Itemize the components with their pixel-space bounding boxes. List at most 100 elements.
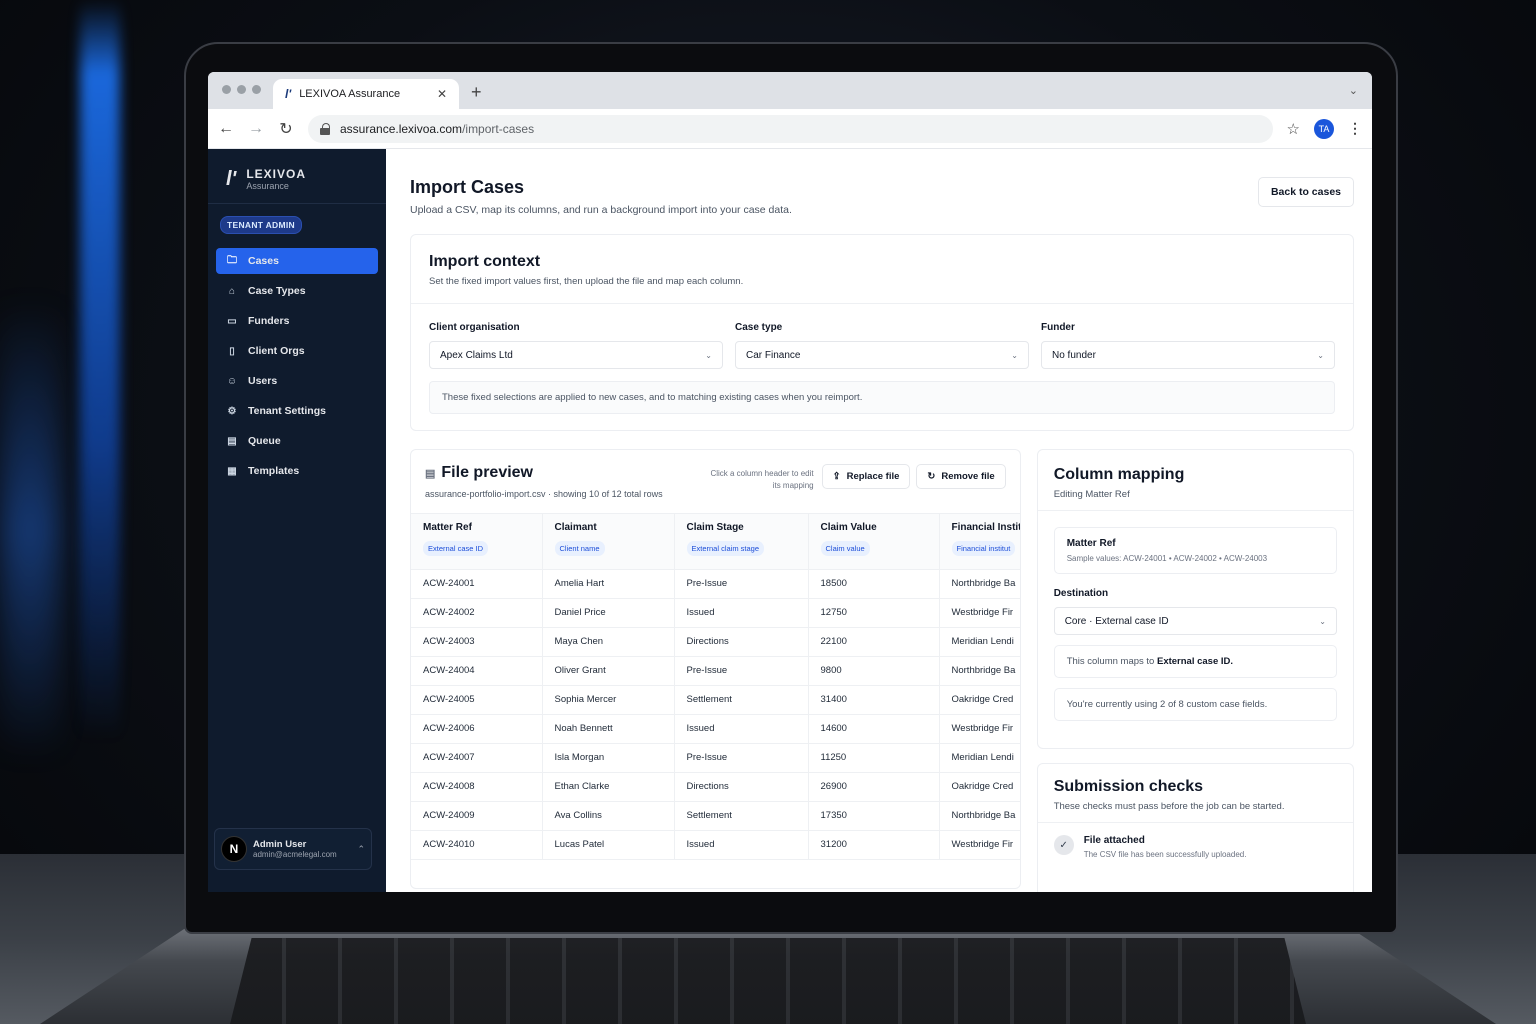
user-menu[interactable]: N Admin User admin@acmelegal.com ⌃ [214, 828, 372, 870]
mapping-tag: External case ID [423, 540, 489, 556]
case-type-select[interactable]: Car Finance ⌄ [735, 341, 1029, 369]
table-cell: Northbridge Ba [939, 801, 1020, 831]
tab-title: LEXIVOA Assurance [299, 88, 401, 100]
back-arrow-icon[interactable]: ← [218, 120, 234, 138]
table-cell: Daniel Price [542, 598, 675, 628]
mapping-tag: Client name [554, 540, 605, 556]
client-organisation-select[interactable]: Apex Claims Ltd ⌄ [429, 341, 723, 369]
fixed-selections-note: These fixed selections are applied to ne… [429, 381, 1335, 414]
custom-fields-usage: You're currently using 2 of 8 custom cas… [1053, 688, 1337, 721]
table-cell: Oakridge Cred [939, 772, 1020, 802]
close-tab-icon[interactable]: ✕ [437, 87, 447, 101]
address-bar[interactable]: assurance.lexivoa.com/import-cases [308, 114, 1273, 143]
forward-arrow-icon[interactable]: → [248, 120, 264, 138]
sidebar-item-funders[interactable]: ▭ Funders [216, 308, 378, 334]
table-cell: Noah Bennett [542, 714, 675, 744]
page-heading: Import Cases Upload a CSV, map its colum… [410, 177, 792, 216]
column-mapping-subtitle: Editing Matter Ref [1053, 489, 1130, 500]
table-cell: Lucas Patel [542, 830, 675, 860]
column-header-claim-value[interactable]: Claim Value Claim value [808, 512, 940, 570]
back-to-cases-button[interactable]: Back to cases [1257, 177, 1354, 207]
file-preview-meta: assurance-portfolio-import.csv · showing… [425, 489, 663, 499]
sidebar-item-users[interactable]: ☺ Users [216, 368, 378, 394]
column-header-matter-ref[interactable]: Matter Ref External case ID [411, 512, 543, 570]
table-cell: Northbridge Ba [939, 656, 1020, 686]
sidebar-item-cases[interactable]: 🗀 Cases [216, 248, 378, 274]
user-name: Admin User [253, 839, 307, 850]
sidebar-item-case-types[interactable]: ⌂ Case Types [216, 278, 378, 304]
brand-name: LEXIVOA [246, 167, 306, 181]
check-title: File attached [1083, 835, 1145, 846]
table-cell: Directions [674, 627, 809, 657]
table-cell: ACW-24004 [411, 656, 543, 686]
profile-avatar[interactable]: TA [1314, 118, 1334, 139]
lower-panels: ▤ File preview assurance-portfolio-impor… [410, 449, 1354, 892]
table-cell: 17350 [808, 801, 940, 831]
case-type-label: Case type [735, 322, 783, 333]
sidebar-item-label: Client Orgs [248, 345, 305, 357]
maximize-window-dot[interactable] [252, 85, 261, 94]
sidebar-item-label: Funders [248, 315, 290, 327]
funder-select[interactable]: No funder ⌄ [1041, 341, 1335, 369]
import-context-body: Client organisation Apex Claims Ltd ⌄ Ca… [411, 304, 1353, 430]
destination-value: Core · External case ID [1064, 615, 1169, 627]
mapping-target-prefix: This column maps to [1066, 656, 1157, 667]
app-shell: l' LEXIVOA Assurance TENANT ADMIN 🗀 Case… [208, 149, 1372, 892]
mapping-target-info: This column maps to External case ID. [1053, 645, 1337, 678]
funder-field: Funder No funder ⌄ [1041, 322, 1335, 369]
case-type-value: Car Finance [746, 349, 801, 361]
table-row: ACW-24004 Oliver Grant Pre-Issue 9800 Northb… [411, 656, 1020, 686]
browser-menu-icon[interactable]: ⋮ [1348, 120, 1362, 137]
table-row: ACW-24007 Isla Morgan Pre-Issue 11250 Meridi… [411, 743, 1020, 773]
column-header-claim-stage[interactable]: Claim Stage External claim stage [674, 512, 809, 570]
table-cell: Isla Morgan [542, 743, 675, 773]
sidebar-item-client-orgs[interactable]: ▯ Client Orgs [216, 338, 378, 364]
refresh-icon: ↻ [927, 471, 936, 482]
table-cell: Westbridge Fir [939, 830, 1020, 860]
reload-icon[interactable]: ↻ [278, 119, 294, 139]
case-type-field: Case type Car Finance ⌄ [735, 322, 1029, 369]
table-row: ACW-24008 Ethan Clarke Directions 26900 Oakr… [411, 772, 1020, 802]
sidebar-item-label: Case Types [248, 285, 306, 297]
submission-checks-subtitle: These checks must pass before the job ca… [1053, 801, 1285, 812]
chevron-up-icon: ⌃ [357, 843, 365, 854]
new-tab-icon[interactable]: + [459, 82, 494, 109]
table-cell: Pre-Issue [674, 743, 809, 773]
sidebar-item-tenant-settings[interactable]: ⚙ Tenant Settings [216, 398, 378, 424]
browser-tab[interactable]: l' LEXIVOA Assurance ✕ [273, 79, 459, 109]
replace-file-button[interactable]: ⇪ Replace file [821, 464, 911, 489]
building-icon: ▯ [229, 345, 235, 357]
column-header-claimant[interactable]: Claimant Client name [542, 512, 675, 570]
column-header-financial-institution[interactable]: Financial Instit Financial institut [939, 512, 1020, 570]
destination-select[interactable]: Core · External case ID ⌄ [1053, 607, 1337, 635]
check-file-attached: ✓ File attached The CSV file has been su… [1053, 835, 1337, 859]
file-preview-card: ▤ File preview assurance-portfolio-impor… [410, 449, 1021, 889]
sidebar-item-queue[interactable]: ▤ Queue [216, 428, 378, 454]
user-info: Admin User admin@acmelegal.com [253, 839, 337, 859]
remove-file-button[interactable]: ↻ Remove file [916, 464, 1006, 489]
minimize-window-dot[interactable] [237, 85, 246, 94]
main-content: Import Cases Upload a CSV, map its colum… [386, 149, 1372, 892]
tab-search-chevron-icon[interactable]: ⌄ [1349, 84, 1358, 97]
divider [1037, 822, 1353, 823]
sidebar-item-templates[interactable]: ▦ Templates [216, 458, 378, 484]
column-header-hint: Click a column header to edit its mappin… [710, 469, 814, 490]
file-preview-heading: ▤ File preview assurance-portfolio-impor… [425, 464, 696, 501]
table-cell: ACW-24001 [411, 569, 543, 599]
table-cell: 22100 [808, 627, 940, 657]
column-name: Claim Value [820, 521, 877, 533]
url-host: assurance.lexivoa.com [340, 121, 463, 136]
bookmark-star-icon[interactable]: ☆ [1287, 120, 1300, 138]
upload-icon: ⇪ [832, 471, 841, 482]
users-icon: ☺ [226, 375, 238, 387]
browser-tab-strip: l' LEXIVOA Assurance ✕ + ⌄ [208, 72, 1372, 109]
brand[interactable]: l' LEXIVOA Assurance [208, 149, 386, 204]
folder-icon: 🗀 [227, 254, 237, 266]
close-window-dot[interactable] [222, 85, 231, 94]
chevron-down-icon: ⌄ [1011, 350, 1018, 360]
laptop-screen: l' LEXIVOA Assurance ✕ + ⌄ ← → ↻ assuran… [208, 72, 1372, 892]
table-cell: ACW-24010 [411, 830, 543, 860]
sidebar-item-label: Users [248, 375, 278, 387]
page-subtitle: Upload a CSV, map its columns, and run a… [410, 204, 792, 216]
table-cell: 18500 [808, 569, 940, 599]
